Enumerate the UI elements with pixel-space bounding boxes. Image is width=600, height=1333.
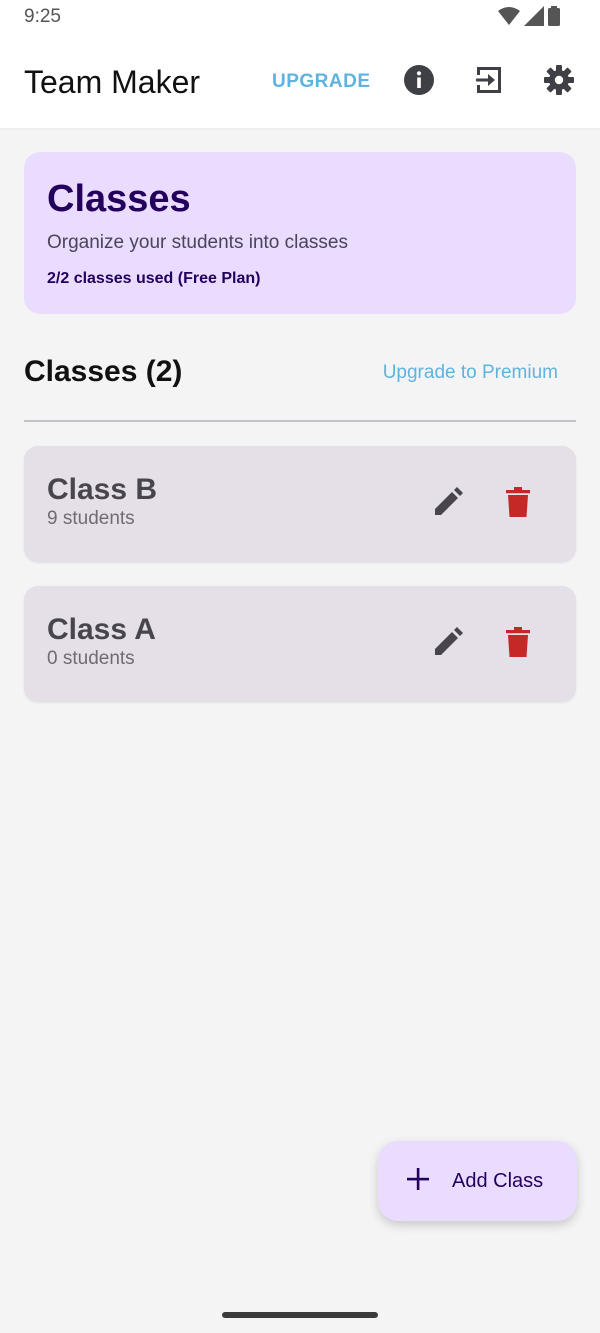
trash-icon	[506, 486, 530, 522]
class-card-b[interactable]: Class B 9 students	[24, 446, 576, 562]
student-count: 9 students	[47, 508, 135, 529]
battery-icon	[548, 6, 560, 31]
exit-button[interactable]	[471, 64, 507, 100]
status-icons	[498, 6, 560, 31]
exit-icon	[474, 65, 504, 100]
upgrade-button[interactable]: UPGRADE	[272, 66, 371, 98]
edit-class-button[interactable]	[430, 486, 466, 522]
pencil-icon	[433, 626, 463, 662]
signal-icon	[524, 6, 544, 31]
plan-usage-text: 2/2 classes used (Free Plan)	[47, 270, 261, 287]
add-class-button[interactable]: Add Class	[378, 1141, 577, 1221]
gesture-nav-bar[interactable]	[222, 1312, 378, 1318]
trash-icon	[506, 626, 530, 662]
pencil-icon	[433, 486, 463, 522]
classes-hero-card: Classes Organize your students into clas…	[24, 152, 576, 314]
add-class-label: Add Class	[452, 1169, 544, 1192]
hero-title: Classes	[47, 178, 191, 220]
settings-button[interactable]	[541, 64, 577, 100]
section-title: Classes (2)	[24, 355, 183, 388]
status-time: 9:25	[24, 6, 61, 27]
settings-icon	[543, 64, 575, 101]
plus-icon	[406, 1167, 430, 1196]
info-icon	[403, 64, 435, 101]
delete-class-button[interactable]	[500, 486, 536, 522]
app-title: Team Maker	[24, 64, 201, 100]
upgrade-premium-link[interactable]: Upgrade to Premium	[383, 362, 558, 384]
hero-subtitle: Organize your students into classes	[47, 232, 348, 253]
class-name: Class A	[47, 613, 156, 646]
student-count: 0 students	[47, 648, 135, 669]
wifi-icon	[498, 6, 520, 31]
info-button[interactable]	[401, 64, 437, 100]
class-card-a[interactable]: Class A 0 students	[24, 586, 576, 702]
class-name: Class B	[47, 473, 158, 506]
edit-class-button[interactable]	[430, 626, 466, 662]
delete-class-button[interactable]	[500, 626, 536, 662]
top-app-area: 9:25 Team Maker UPGRADE	[0, 0, 600, 128]
divider	[24, 420, 576, 422]
